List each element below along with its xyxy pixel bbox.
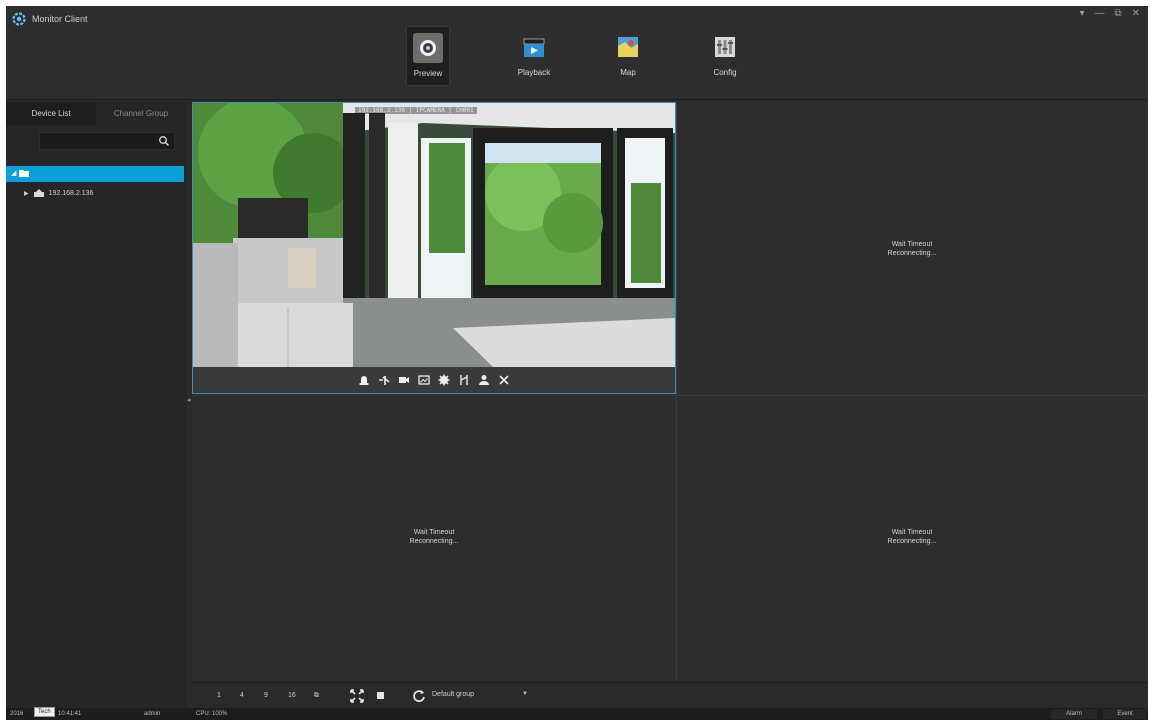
- status-date: 2016: [10, 711, 24, 717]
- status-tooltip: Tech: [34, 707, 55, 717]
- nav-playback-button[interactable]: Playback: [512, 26, 556, 86]
- layout-1-button[interactable]: 1: [217, 692, 221, 699]
- app-title: Monitor Client: [32, 14, 88, 24]
- status-bar: 2016 Tech 10:41:41 admin CPU: 100% Alarm…: [6, 707, 1148, 720]
- device-panel: Device List Channel Group ◢ ▶ 192.168.2.…: [6, 102, 187, 708]
- nav-preview-button[interactable]: Preview: [406, 26, 450, 86]
- camera-osd-label: 192.168.2.136 | IPCAMERA | CH001: [355, 107, 477, 114]
- reconnecting-text: Reconnecting...: [887, 250, 937, 257]
- device-label: 192.168.2.136: [48, 189, 94, 197]
- monitor-client-window: Monitor Client ▾ — ⧉ ✕ Preview Playback …: [6, 6, 1148, 720]
- search-box: [39, 132, 175, 150]
- audio-icon[interactable]: [457, 373, 471, 387]
- device-tabs: Device List Channel Group: [6, 102, 187, 126]
- video-cell-4[interactable]: Wait Timeout Reconnecting...: [677, 396, 1148, 680]
- chevron-down-icon: ▼: [522, 691, 528, 697]
- tab-device-list[interactable]: Device List: [6, 102, 96, 126]
- record-icon[interactable]: [397, 373, 411, 387]
- timeout-text: Wait Timeout: [891, 241, 933, 248]
- timeout-text: Wait Timeout: [413, 529, 455, 536]
- search-input[interactable]: [40, 133, 150, 149]
- expand-arrow-icon[interactable]: ◢: [11, 169, 16, 177]
- window-controls: ▾ — ⧉ ✕: [1079, 8, 1140, 19]
- header-bar: Monitor Client ▾ — ⧉ ✕ Preview Playback …: [6, 6, 1148, 100]
- cell-status: Wait Timeout Reconnecting...: [852, 528, 972, 546]
- menu-icon[interactable]: ▾: [1079, 8, 1084, 19]
- cell-toolbar: [193, 367, 675, 393]
- layout-16-button[interactable]: 16: [288, 692, 296, 699]
- video-cell-3[interactable]: Wait Timeout Reconnecting...: [192, 396, 676, 680]
- device-icon: [33, 189, 44, 197]
- camera-feed: [193, 103, 675, 367]
- nav-playback-label: Playback: [517, 68, 551, 77]
- folder-icon: [19, 170, 29, 177]
- minimize-icon[interactable]: —: [1094, 8, 1104, 19]
- close-window-icon[interactable]: ✕: [1132, 8, 1140, 19]
- expand-arrow-icon[interactable]: ▶: [24, 190, 29, 197]
- tree-device-node[interactable]: ▶ 192.168.2.136: [24, 186, 93, 200]
- bottom-control-bar: 1 4 9 16 ⧉ Default group ▼: [192, 682, 1148, 708]
- status-time: 10:41:41: [58, 711, 82, 717]
- nav-map-label: Map: [620, 68, 636, 77]
- talk-icon[interactable]: [477, 373, 491, 387]
- close-icon[interactable]: [497, 373, 511, 387]
- video-cell-2[interactable]: Wait Timeout Reconnecting...: [677, 102, 1148, 395]
- cell-status: Wait Timeout Reconnecting...: [374, 528, 494, 546]
- cycle-icon: [413, 690, 425, 702]
- group-select[interactable]: Default group ▼: [412, 688, 532, 704]
- preview-camera-icon: [413, 33, 443, 63]
- layout-9-button[interactable]: 9: [264, 692, 268, 699]
- config-icon: [710, 32, 740, 62]
- alarm-button[interactable]: Alarm: [1051, 709, 1097, 719]
- status-user: admin: [144, 711, 161, 717]
- cell-status: Wait Timeout Reconnecting...: [852, 240, 972, 258]
- alarm-icon[interactable]: [357, 373, 371, 387]
- fullscreen-icon[interactable]: [350, 689, 364, 703]
- tab-channel-group[interactable]: Channel Group: [96, 102, 186, 126]
- group-label: Default group: [432, 691, 475, 698]
- tree-root-node[interactable]: ◢: [6, 166, 184, 182]
- event-button[interactable]: Event: [1103, 709, 1147, 719]
- app-logo-icon: [12, 12, 26, 26]
- video-cell-1[interactable]: 192.168.2.136 | IPCAMERA | CH001: [192, 102, 676, 394]
- stop-all-icon[interactable]: [377, 692, 384, 699]
- reconnecting-text: Reconnecting...: [409, 538, 459, 545]
- status-cpu: CPU: 100%: [196, 711, 228, 717]
- search-icon[interactable]: [158, 135, 170, 147]
- reconnecting-text: Reconnecting...: [887, 538, 937, 545]
- nav-config-button[interactable]: Config: [703, 26, 747, 86]
- snapshot-icon[interactable]: [417, 373, 431, 387]
- layout-custom-button[interactable]: ⧉: [314, 692, 319, 700]
- video-grid: 192.168.2.136 | IPCAMERA | CH001 Wait Ti…: [192, 102, 1148, 680]
- map-icon: [613, 32, 643, 62]
- nav-config-label: Config: [713, 68, 737, 77]
- ptz-icon[interactable]: [377, 373, 391, 387]
- nav-preview-label: Preview: [413, 69, 443, 78]
- settings-icon[interactable]: [437, 373, 451, 387]
- restore-icon[interactable]: ⧉: [1114, 8, 1121, 19]
- timeout-text: Wait Timeout: [891, 529, 933, 536]
- playback-clapper-icon: [519, 32, 549, 62]
- nav-map-button[interactable]: Map: [606, 26, 650, 86]
- layout-4-button[interactable]: 4: [240, 692, 244, 699]
